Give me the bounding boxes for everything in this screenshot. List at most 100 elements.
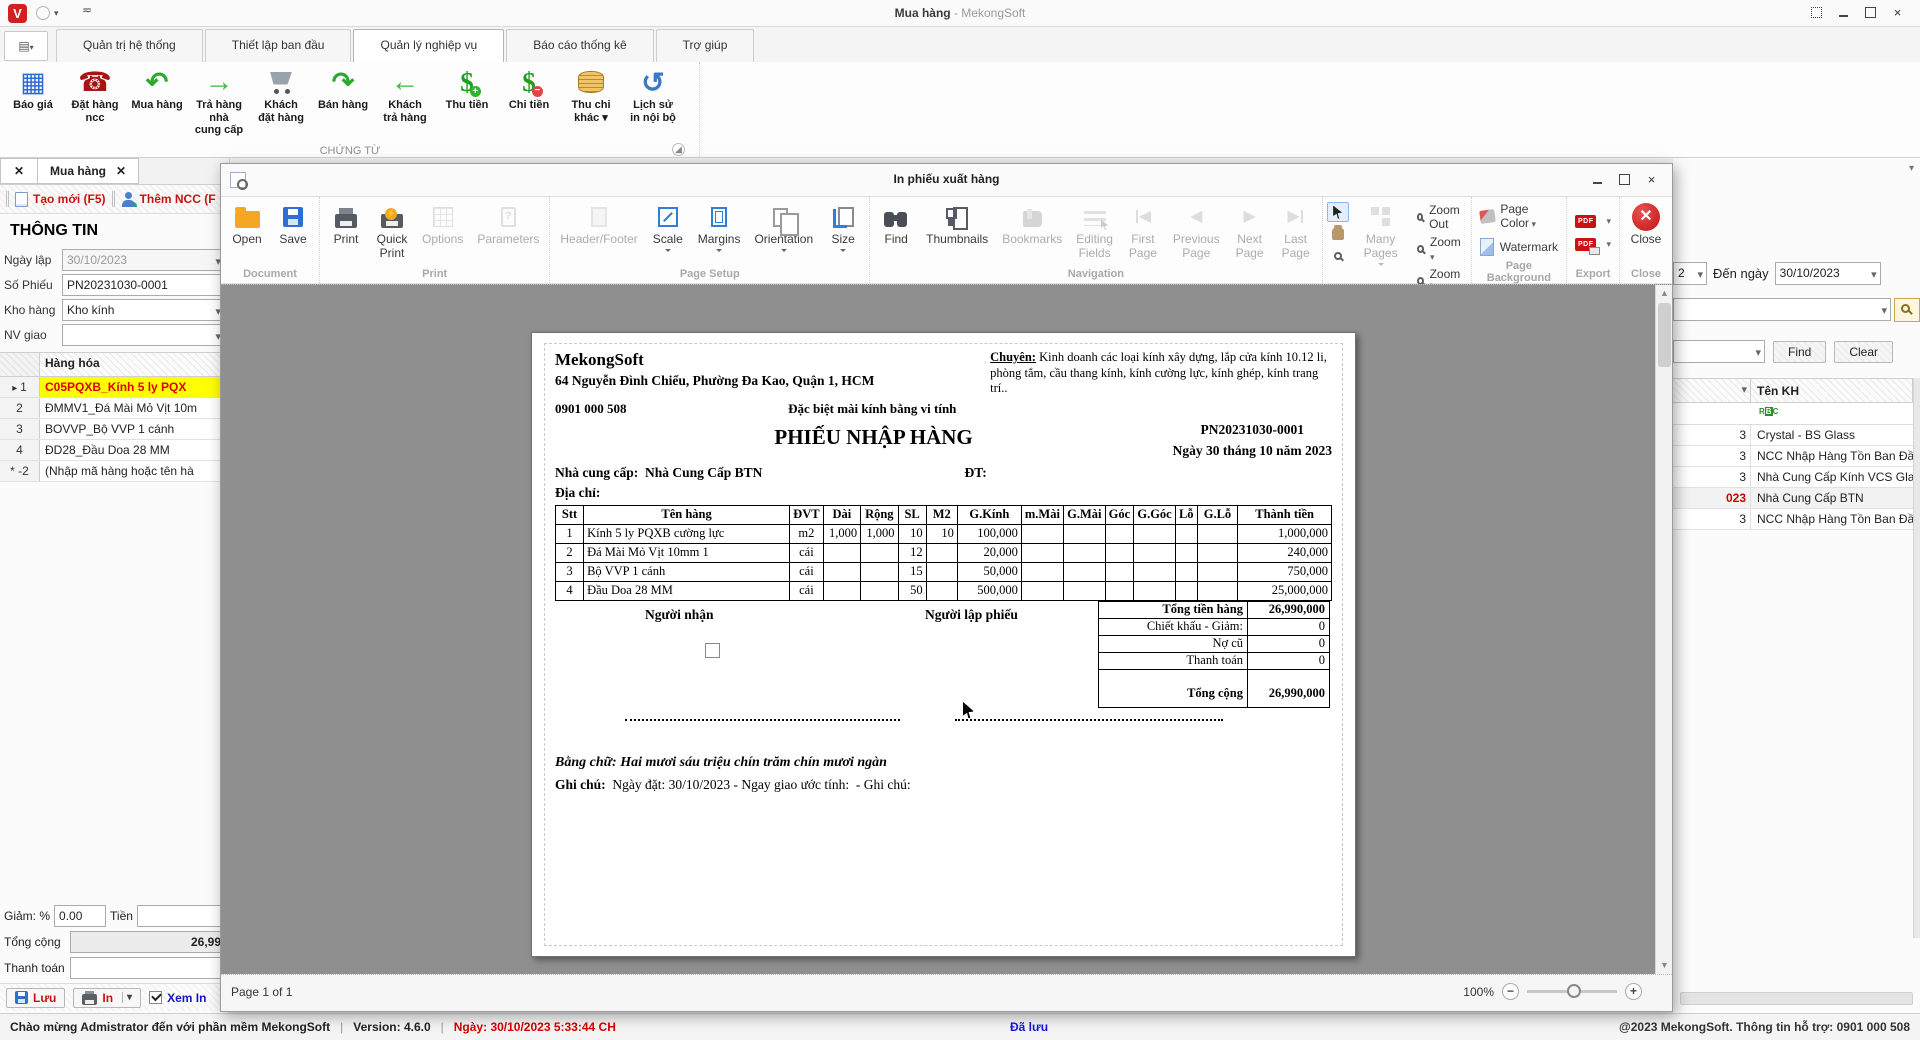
send-pdf-button[interactable]: PDF — [1571, 236, 1615, 253]
from-date-select[interactable]: 2 — [1673, 262, 1707, 285]
scroll-down-icon[interactable]: ▼ — [1656, 957, 1672, 974]
ribbon-button[interactable]: Lịch sử in nội bộ — [622, 64, 684, 127]
add-supplier-button[interactable]: Thêm NCC (F — [121, 192, 216, 207]
search-button[interactable] — [1894, 298, 1920, 322]
supplier-row[interactable]: 023 Nhà Cung Cấp BTN — [1673, 488, 1913, 509]
product-row[interactable]: * -2 (Nhập mã hàng hoặc tên hà — [0, 461, 229, 482]
supplier-row[interactable]: 3 Crystal - BS Glass — [1673, 425, 1913, 446]
ribbon-group-launcher-icon[interactable]: ◢ — [672, 143, 685, 156]
options-icon — [433, 207, 453, 227]
product-column-header[interactable]: Hàng hóa — [40, 353, 229, 376]
supplier-row[interactable]: 3 Nhà Cung Cấp Kính VCS Glass — [1673, 467, 1913, 488]
thumbnails-button[interactable]: Thumbnails — [920, 200, 994, 249]
ribbon-button[interactable]: Đặt hàng ncc — [64, 64, 126, 127]
zoom-menu-button[interactable]: Zoom — [1413, 234, 1467, 264]
print-button[interactable]: Print — [324, 200, 368, 249]
dialog-minimize-button[interactable] — [1591, 173, 1604, 186]
product-row[interactable]: 1 C05PQXB_Kính 5 ly PQX — [0, 377, 229, 398]
filter-field-select[interactable] — [1673, 340, 1765, 363]
ribbon-button[interactable]: Khách trả hàng — [374, 64, 436, 127]
ribbon-tab[interactable]: Báo cáo thống kê — [506, 29, 653, 62]
date-column-header[interactable] — [1673, 379, 1751, 402]
product-row[interactable]: 2 ĐMMV1_Đá Mài Mỏ Vịt 10m — [0, 398, 229, 419]
nv-giao-select[interactable] — [62, 324, 225, 346]
thumbnails-icon — [946, 207, 968, 227]
dialog-close-button[interactable]: × — [1645, 173, 1658, 186]
ribbon-button[interactable]: Thu chi khác ▾ — [560, 64, 622, 127]
restore-button[interactable] — [1864, 6, 1877, 19]
thanh-toan-field[interactable] — [70, 957, 226, 979]
ngay-lap-field[interactable]: 30/10/2023 — [62, 249, 225, 271]
ribbon-button-label: Báo giá — [13, 99, 53, 112]
save-document-button[interactable]: Save — [271, 200, 315, 249]
zoom-slider[interactable] — [1527, 990, 1617, 993]
export-pdf-button[interactable]: PDF — [1571, 213, 1615, 230]
zoom-slider-knob[interactable] — [1567, 984, 1581, 998]
ribbon-button[interactable]: Mua hàng — [126, 64, 188, 115]
vertical-scrollbar[interactable] — [1913, 378, 1920, 938]
tab-close-icon[interactable]: ✕ — [116, 164, 126, 178]
ribbon-button[interactable]: Thu tiền — [436, 64, 498, 115]
zoom-out-button[interactable]: Zoom Out — [1413, 202, 1467, 232]
find-button[interactable]: Find — [1773, 341, 1826, 363]
supplier-row[interactable]: 3 NCC Nhập Hàng Tồn Ban Đầu — [1673, 509, 1913, 530]
ten-kh-column-header[interactable]: Tên KH — [1751, 379, 1912, 402]
pointer-tool-button[interactable] — [1327, 202, 1349, 222]
minimize-button[interactable] — [1837, 6, 1850, 19]
dialog-maximize-button[interactable] — [1618, 173, 1631, 186]
fullscreen-button[interactable] — [1810, 6, 1823, 19]
close-all-tabs-button[interactable]: ✕ — [0, 158, 38, 184]
giam-tien-field[interactable] — [137, 905, 226, 927]
den-ngay-select[interactable]: 30/10/2023 — [1775, 262, 1881, 285]
page-color-button[interactable]: Page Color — [1476, 200, 1562, 232]
scrollbar-thumb[interactable] — [1658, 303, 1671, 367]
ribbon-tab[interactable]: Thiết lập ban đầu — [205, 29, 352, 62]
horizontal-scrollbar[interactable] — [1680, 992, 1913, 1005]
find-button[interactable]: Find — [874, 200, 918, 249]
ribbon-button[interactable]: Báo giá — [2, 64, 64, 115]
product-row[interactable]: 4 ĐD28_Đầu Doa 28 MM — [0, 440, 229, 461]
auto-filter-row[interactable]: RBC — [1673, 403, 1913, 425]
orientation-button[interactable]: Orientation — [748, 200, 819, 257]
pdf-export-icon: PDF — [1575, 215, 1597, 228]
preview-vertical-scrollbar[interactable]: ▲ ▼ — [1655, 285, 1672, 974]
close-button[interactable]: × — [1891, 6, 1904, 19]
print-button[interactable]: In ▾ — [73, 988, 141, 1008]
ribbon-tab[interactable]: Trợ giúp — [656, 29, 755, 62]
tab-mua-hang[interactable]: Mua hàng ✕ — [38, 158, 139, 184]
ribbon-button[interactable]: Trả hàng nhà cung cấp — [188, 64, 250, 140]
search-combo[interactable] — [1673, 298, 1891, 321]
ribbon-button[interactable]: Khách đặt hàng — [250, 64, 312, 127]
scale-button[interactable]: Scale — [646, 200, 690, 257]
xem-in-checkbox[interactable]: Xem In — [149, 991, 206, 1005]
supplier-row[interactable]: 3 NCC Nhập Hàng Tồn Ban Đầu — [1673, 446, 1913, 467]
hand-tool-button[interactable] — [1327, 224, 1349, 244]
print-dropdown-icon[interactable]: ▾ — [122, 992, 132, 1003]
close-preview-button[interactable]: ✕Close — [1624, 200, 1668, 249]
giam-percent-field[interactable]: 0.00 — [54, 905, 106, 927]
so-phieu-field[interactable]: PN20231030-0001 — [62, 274, 225, 296]
product-row[interactable]: 3 BOVVP_Bộ VVP 1 cánh — [0, 419, 229, 440]
preview-content-area[interactable]: MekongSoft 64 Nguyễn Đình Chiểu, Phường … — [221, 284, 1672, 974]
kho-hang-select[interactable]: Kho kính — [62, 299, 225, 321]
ribbon-button[interactable]: Chi tiền — [498, 64, 560, 115]
size-button[interactable]: Size — [821, 200, 865, 257]
create-new-button[interactable]: Tạo mới (F5) — [15, 192, 106, 207]
dialog-titlebar[interactable]: In phiếu xuất hàng × — [221, 164, 1672, 197]
margins-button[interactable]: Margins — [692, 200, 747, 257]
application-menu-button[interactable]: ▤▾ — [4, 31, 48, 61]
ribbon-tab[interactable]: Quản lý nghiệp vụ — [353, 29, 504, 62]
quick-print-button[interactable]: Quick Print — [370, 200, 414, 263]
window-controls: × — [1810, 6, 1904, 20]
ribbon-button[interactable]: Bán hàng — [312, 64, 374, 115]
zoom-out-button[interactable]: − — [1502, 983, 1519, 1000]
watermark-button[interactable]: Watermark — [1476, 236, 1562, 258]
magnifier-tool-button[interactable] — [1327, 246, 1349, 266]
panel-dropdown-icon[interactable]: ▾ — [1909, 163, 1914, 174]
save-button[interactable]: Lưu — [6, 988, 65, 1008]
zoom-in-button[interactable]: + — [1625, 983, 1642, 1000]
clear-button[interactable]: Clear — [1834, 341, 1893, 363]
ribbon-tab[interactable]: Quản trị hệ thống — [56, 29, 203, 62]
open-button[interactable]: Open — [225, 200, 269, 249]
scroll-up-icon[interactable]: ▲ — [1656, 285, 1672, 302]
